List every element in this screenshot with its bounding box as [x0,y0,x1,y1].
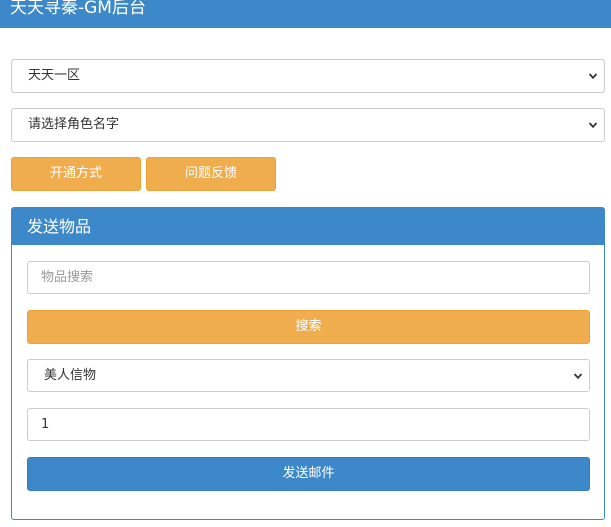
item-search-placeholder: 物品搜索 [41,270,94,285]
search-button[interactable]: 搜索 [27,310,590,344]
server-select[interactable]: 天天一区 [11,59,605,93]
quantity-value: 1 [41,417,50,432]
send-mail-button[interactable]: 发送邮件 [27,457,590,491]
item-select-value: 美人信物 [44,368,97,383]
feedback-button[interactable]: 问题反馈 [146,157,276,191]
role-name-select[interactable]: 请选择角色名字 [11,108,605,142]
top-bar: 天天寻秦-GM后台 [0,0,611,28]
chevron-down-icon [588,122,598,129]
send-items-panel: 发送物品 物品搜索 搜索 美人信物 1 发送邮件 [11,207,605,520]
server-select-value: 天天一区 [28,68,81,83]
panel-header: 发送物品 [12,208,604,245]
chevron-down-icon [573,373,583,380]
activation-method-button[interactable]: 开通方式 [11,157,141,191]
panel-title: 发送物品 [27,217,92,236]
item-search-input[interactable]: 物品搜索 [27,261,590,294]
quantity-input[interactable]: 1 [27,408,590,441]
role-select-value: 请选择角色名字 [28,117,120,132]
chevron-down-icon [588,73,598,80]
app-title: 天天寻秦-GM后台 [10,0,146,18]
item-select[interactable]: 美人信物 [27,359,590,392]
